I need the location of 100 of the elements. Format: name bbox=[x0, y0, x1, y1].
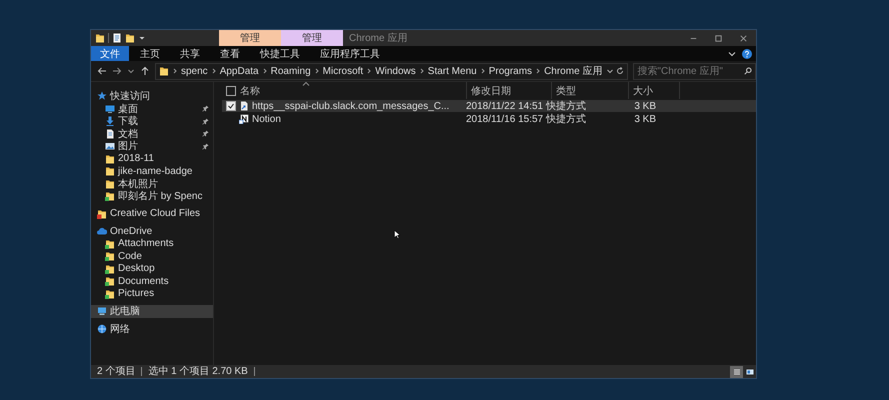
folder-icon bbox=[105, 191, 115, 202]
folder-icon bbox=[105, 264, 115, 274]
folder-icon bbox=[105, 251, 115, 262]
item-count: 2 个项目 bbox=[97, 367, 142, 376]
pin-icon bbox=[202, 105, 209, 112]
forward-icon[interactable] bbox=[112, 66, 122, 76]
pin-icon bbox=[202, 142, 209, 150]
sidebar-item[interactable]: 快速访问 bbox=[91, 90, 213, 102]
cloud-icon bbox=[97, 226, 107, 236]
chevron-icon[interactable] bbox=[262, 67, 268, 75]
folder-icon bbox=[105, 276, 115, 286]
folder-icon bbox=[159, 66, 169, 76]
column-header[interactable]: 名称 bbox=[240, 84, 260, 98]
file-row[interactable]: Notion 2018/11/16 15:57 快捷方式 3 KB bbox=[222, 113, 756, 125]
contextual-tab[interactable]: 管理 bbox=[219, 30, 281, 46]
folder-icon bbox=[97, 208, 107, 219]
sidebar-item[interactable]: Documents bbox=[91, 275, 213, 288]
folder-icon bbox=[105, 178, 115, 189]
pin-icon bbox=[202, 118, 209, 125]
folder-icon[interactable] bbox=[95, 33, 105, 43]
sidebar-item[interactable]: Code bbox=[91, 250, 213, 262]
ribbon-tab[interactable]: 主页 bbox=[131, 46, 169, 61]
file-tab[interactable]: 文件 bbox=[91, 46, 129, 61]
chevron-icon[interactable] bbox=[210, 67, 217, 75]
document-icon bbox=[105, 128, 115, 139]
ribbon-tab[interactable]: 查看 bbox=[211, 46, 249, 61]
chevron-icon[interactable] bbox=[480, 67, 486, 75]
up-arrow-icon[interactable] bbox=[140, 66, 150, 76]
sidebar-item[interactable]: Attachments bbox=[91, 238, 213, 250]
close-icon[interactable] bbox=[739, 34, 748, 42]
chevron-icon[interactable] bbox=[535, 67, 542, 75]
column-header[interactable]: 修改日期 bbox=[471, 84, 511, 98]
sidebar-item[interactable]: 2018-11 bbox=[91, 152, 213, 165]
breadcrumb[interactable]: AppData bbox=[220, 66, 259, 76]
sidebar-item[interactable]: 图片 bbox=[91, 140, 213, 152]
select-all-checkbox[interactable] bbox=[226, 86, 236, 96]
computer-icon bbox=[97, 306, 107, 316]
sidebar-item[interactable]: jike-name-badge bbox=[91, 165, 213, 178]
chevron-icon[interactable] bbox=[366, 67, 372, 75]
app-icon bbox=[239, 114, 249, 124]
table-cell-text: 快捷方式 bbox=[546, 100, 586, 113]
file-name: Notion bbox=[252, 114, 281, 124]
sidebar-item[interactable]: 本机照片 bbox=[91, 178, 213, 190]
sidebar-item[interactable]: Creative Cloud Files bbox=[91, 208, 213, 220]
sidebar-item[interactable]: 桌面 bbox=[91, 102, 213, 115]
new-folder-icon[interactable] bbox=[125, 33, 135, 43]
row-checkbox[interactable] bbox=[226, 101, 236, 111]
back-icon[interactable] bbox=[97, 66, 107, 76]
selection-info: 选中 1 个项目 2.70 KB bbox=[148, 367, 255, 376]
chevron-icon[interactable] bbox=[314, 67, 320, 75]
dropdown-icon[interactable] bbox=[127, 67, 135, 75]
chevron-icon[interactable] bbox=[418, 67, 425, 75]
table-cell: 3 KB bbox=[634, 114, 656, 124]
dropdown-icon[interactable] bbox=[606, 67, 614, 75]
ribbon-tab[interactable]: 应用程序工具 bbox=[311, 46, 389, 61]
file-name: https__sspai-club.slack.com_messages_C... bbox=[252, 100, 450, 112]
address-bar[interactable]: spenc AppData Roaming Microsoft Windows Start Menu Programs Chrome 应用 bbox=[155, 62, 628, 80]
shortcut-icon bbox=[239, 101, 249, 111]
sidebar-item[interactable]: 即刻名片 by Spenc bbox=[91, 190, 213, 202]
breadcrumb[interactable]: spenc bbox=[181, 66, 208, 76]
table-cell-text: 快捷方式 bbox=[546, 112, 586, 126]
breadcrumb[interactable]: Chrome 应用 bbox=[544, 64, 602, 78]
folder-icon bbox=[105, 154, 115, 164]
search-icon bbox=[744, 67, 752, 75]
sidebar-item[interactable]: Desktop bbox=[91, 262, 213, 275]
sidebar-item[interactable]: OneDrive bbox=[91, 225, 213, 238]
breadcrumb[interactable]: Start Menu bbox=[428, 66, 477, 76]
ribbon-tab[interactable]: 共享 bbox=[171, 46, 209, 61]
tiles-icon bbox=[746, 368, 754, 376]
sort-icon[interactable] bbox=[302, 82, 310, 86]
list-icon bbox=[732, 368, 740, 376]
folder-icon bbox=[105, 166, 115, 176]
ribbon-tab[interactable]: 快捷工具 bbox=[251, 46, 309, 61]
sidebar-item[interactable]: 下载 bbox=[91, 115, 213, 128]
file-row[interactable]: https__sspai-club.slack.com_messages_C... 2018/11/22 14:51 快捷方式 3 KB bbox=[222, 100, 756, 112]
sidebar-item[interactable]: 文档 bbox=[91, 128, 213, 140]
table-cell: 3 KB bbox=[634, 100, 656, 112]
breadcrumb[interactable]: Programs bbox=[488, 66, 532, 76]
breadcrumb[interactable]: Windows bbox=[375, 66, 416, 76]
refresh-icon[interactable] bbox=[616, 67, 624, 75]
chevron-icon[interactable] bbox=[728, 50, 736, 58]
dropdown-icon[interactable] bbox=[138, 34, 146, 42]
breadcrumb[interactable]: Microsoft bbox=[322, 66, 364, 76]
sidebar-item[interactable]: 此电脑 bbox=[91, 305, 213, 318]
column-header[interactable]: 大小 bbox=[633, 84, 653, 98]
table-cell: 2018/11/22 14:51 bbox=[466, 100, 544, 112]
contextual-tab[interactable]: 管理 bbox=[281, 30, 343, 46]
properties-icon[interactable] bbox=[112, 33, 122, 43]
help-icon[interactable] bbox=[742, 48, 752, 58]
column-header[interactable]: 类型 bbox=[556, 84, 576, 98]
breadcrumb[interactable]: Roaming bbox=[270, 66, 311, 76]
download-icon bbox=[105, 116, 115, 126]
chevron-icon[interactable] bbox=[172, 67, 178, 75]
folder-icon bbox=[105, 288, 115, 299]
details-view-button[interactable] bbox=[730, 366, 743, 378]
maximize-icon[interactable] bbox=[714, 34, 723, 42]
network-icon bbox=[97, 324, 107, 334]
star-icon bbox=[97, 91, 107, 102]
sidebar-item[interactable]: Pictures bbox=[91, 288, 213, 300]
sidebar-item[interactable]: 网络 bbox=[91, 322, 213, 335]
